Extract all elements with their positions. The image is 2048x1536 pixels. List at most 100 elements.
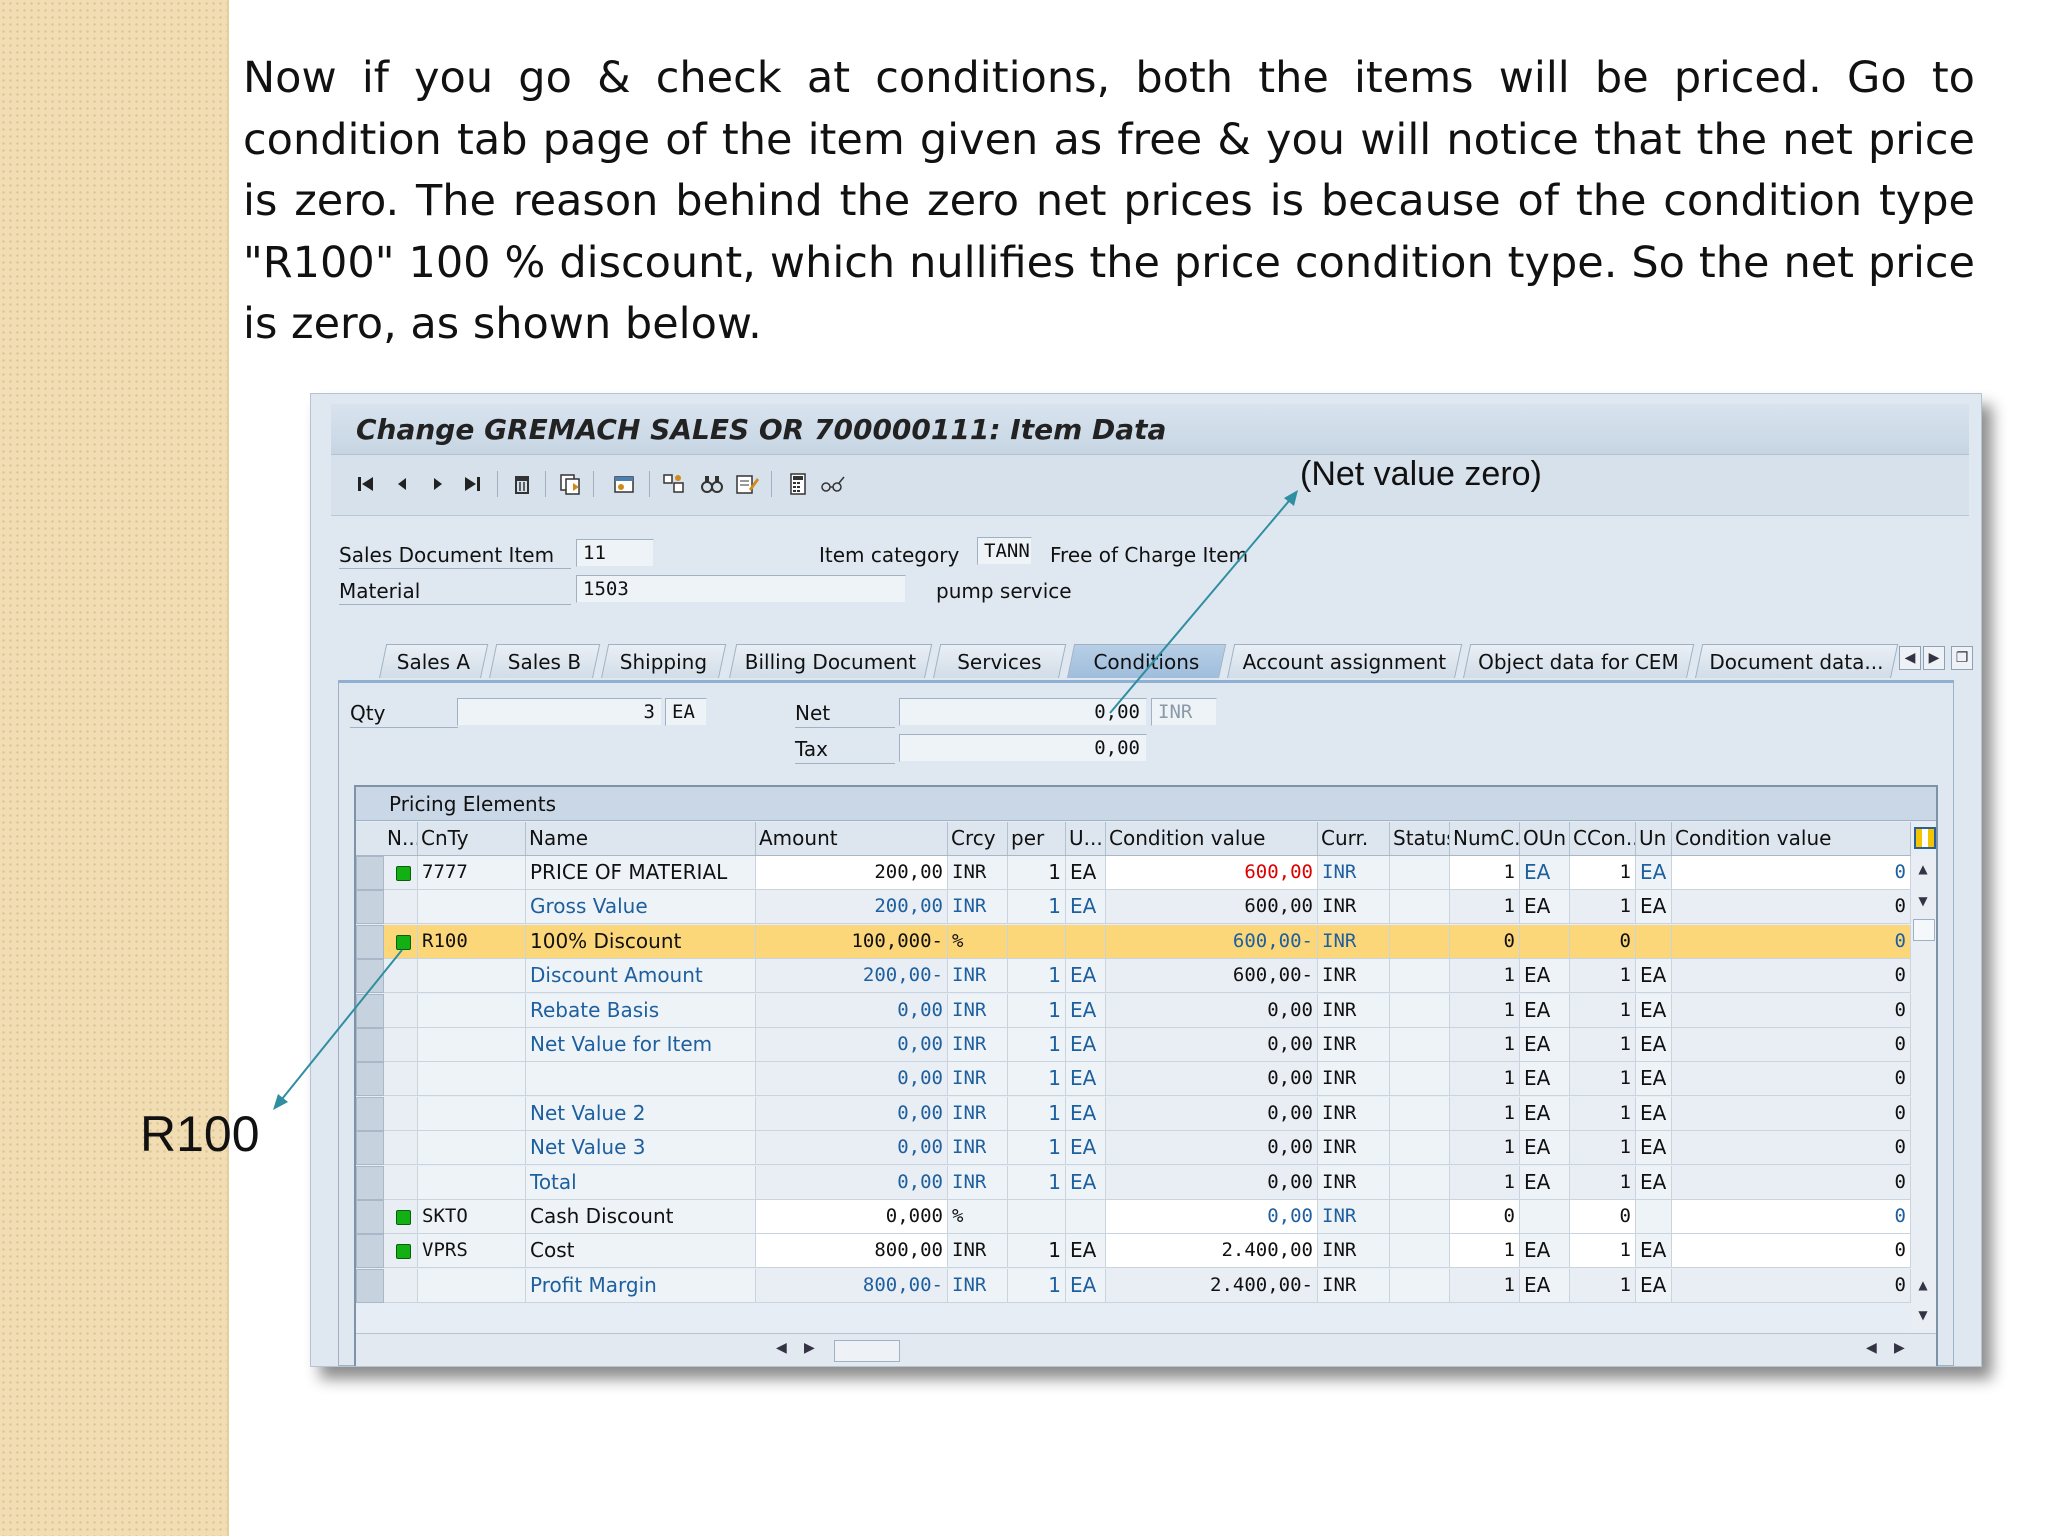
- column-header[interactable]: Curr.: [1318, 822, 1390, 855]
- table-cell-amount[interactable]: 0,00: [756, 1028, 948, 1062]
- table-row[interactable]: Discount Amount 200,00- INR 1 EA 600,00- INR 1 E…: [356, 959, 1911, 994]
- table-settings-icon[interactable]: [1914, 827, 1936, 849]
- edit-notes-icon[interactable]: [731, 469, 761, 499]
- table-cell-status[interactable]: [1390, 924, 1450, 959]
- table-row[interactable]: Rebate Basis 0,00 INR 1 EA 0,00 INR 1 EA 1 EA 0: [356, 993, 1911, 1028]
- table-cell-oun[interactable]: [1520, 924, 1570, 959]
- table-cell-status[interactable]: [1390, 890, 1450, 925]
- horizontal-scrollbar[interactable]: ◀ ▶ ◀ ▶: [356, 1333, 1936, 1366]
- row-selector[interactable]: [356, 1028, 384, 1062]
- table-cell-numc[interactable]: 1: [1450, 1096, 1520, 1131]
- column-header[interactable]: NumC...: [1450, 822, 1520, 855]
- table-cell-un[interactable]: EA: [1636, 1028, 1672, 1062]
- table-cell-oun[interactable]: EA: [1520, 1028, 1570, 1062]
- table-cell-status[interactable]: [1390, 993, 1450, 1028]
- table-cell-uom[interactable]: EA: [1066, 856, 1106, 890]
- table-cell-un[interactable]: EA: [1636, 1096, 1672, 1131]
- copy-icon[interactable]: [555, 469, 585, 499]
- table-row[interactable]: SKTO Cash Discount 0,000% 0,00 INR 0 0 0: [356, 1200, 1911, 1234]
- table-cell-curr[interactable]: INR: [1318, 1028, 1390, 1062]
- column-header[interactable]: CCon...: [1570, 822, 1636, 855]
- table-cell-ccon[interactable]: 1: [1570, 1165, 1636, 1200]
- table-cell-cnty[interactable]: [418, 1028, 526, 1062]
- table-cell-oun[interactable]: EA: [1520, 1062, 1570, 1097]
- tab-conditions[interactable]: Conditions: [1067, 644, 1227, 678]
- table-cell-cnty[interactable]: [418, 1131, 526, 1166]
- table-cell-un[interactable]: EA: [1636, 1234, 1672, 1269]
- table-cell-un[interactable]: EA: [1636, 1268, 1672, 1303]
- table-cell-status[interactable]: [1390, 1268, 1450, 1303]
- last-page-icon[interactable]: [457, 469, 487, 499]
- table-cell-per[interactable]: 1: [1008, 856, 1066, 890]
- scroll-down-icon[interactable]: ▼: [1913, 891, 1933, 911]
- tab-document-data[interactable]: Document data...: [1695, 644, 1899, 678]
- tab-account-assignment[interactable]: Account assignment: [1227, 644, 1463, 678]
- binoculars-icon[interactable]: [697, 469, 727, 499]
- table-cell-curr[interactable]: INR: [1318, 1268, 1390, 1303]
- horizontal-scroll-thumb[interactable]: [834, 1340, 900, 1362]
- table-cell-un[interactable]: EA: [1636, 959, 1672, 994]
- table-cell-curr[interactable]: INR: [1318, 993, 1390, 1028]
- table-cell-curr[interactable]: INR: [1318, 1096, 1390, 1131]
- table-cell-uom[interactable]: EA: [1066, 1268, 1106, 1303]
- table-cell-status[interactable]: [1390, 1028, 1450, 1062]
- tab-shipping[interactable]: Shipping: [601, 644, 727, 678]
- row-selector[interactable]: [356, 993, 384, 1028]
- table-cell-amount[interactable]: 200,00: [756, 890, 948, 925]
- table-cell-cond-value[interactable]: 2.400,00: [1106, 1234, 1318, 1269]
- table-cell-uom[interactable]: EA: [1066, 959, 1106, 994]
- calculator-icon[interactable]: [783, 469, 813, 499]
- row-selector[interactable]: [356, 890, 384, 925]
- table-cell-ccon[interactable]: 1: [1570, 959, 1636, 994]
- table-cell-per[interactable]: 1: [1008, 1131, 1066, 1166]
- tab-services[interactable]: Services: [933, 644, 1067, 678]
- table-cell-oun[interactable]: EA: [1520, 1096, 1570, 1131]
- table-cell-oun[interactable]: EA: [1520, 993, 1570, 1028]
- table-cell-cond-value2[interactable]: 0: [1672, 856, 1911, 890]
- table-cell-cond-value[interactable]: 2.400,00-: [1106, 1268, 1318, 1303]
- table-cell-per[interactable]: 1: [1008, 1165, 1066, 1200]
- table-cell-numc[interactable]: 0: [1450, 1200, 1520, 1234]
- table-cell-cond-value[interactable]: 0,00: [1106, 1200, 1318, 1234]
- table-cell-numc[interactable]: 1: [1450, 1131, 1520, 1166]
- table-cell-crcy[interactable]: INR: [948, 856, 1008, 890]
- table-cell-crcy[interactable]: INR: [948, 1131, 1008, 1166]
- column-header[interactable]: OUn: [1520, 822, 1570, 855]
- table-cell-per[interactable]: 1: [1008, 1062, 1066, 1097]
- table-cell-cond-value[interactable]: 0,00: [1106, 1028, 1318, 1062]
- table-cell-uom[interactable]: [1066, 1200, 1106, 1234]
- table-cell-un[interactable]: EA: [1636, 1131, 1672, 1166]
- table-cell-crcy[interactable]: INR: [948, 993, 1008, 1028]
- row-selector[interactable]: [356, 1165, 384, 1200]
- table-cell-ccon[interactable]: 0: [1570, 924, 1636, 959]
- table-cell-uom[interactable]: EA: [1066, 1028, 1106, 1062]
- table-cell-amount[interactable]: 0,000: [756, 1200, 948, 1234]
- table-cell-crcy[interactable]: %: [948, 924, 1008, 959]
- table-cell-cond-value[interactable]: 0,00: [1106, 993, 1318, 1028]
- table-cell-name[interactable]: Net Value 3: [526, 1131, 756, 1166]
- table-cell-crcy[interactable]: INR: [948, 1165, 1008, 1200]
- table-cell-status[interactable]: [1390, 1165, 1450, 1200]
- row-selector[interactable]: [356, 1268, 384, 1303]
- table-cell-un[interactable]: EA: [1636, 890, 1672, 925]
- next-page-icon[interactable]: [423, 469, 453, 499]
- table-cell-cnty[interactable]: [418, 890, 526, 925]
- table-cell-uom[interactable]: EA: [1066, 993, 1106, 1028]
- table-row[interactable]: Net Value for Item 0,00 INR 1 EA 0,00 INR 1 EA 1 E…: [356, 1028, 1911, 1062]
- table-cell-status[interactable]: [1390, 1234, 1450, 1269]
- table-cell-ccon[interactable]: 0: [1570, 1200, 1636, 1234]
- table-cell-name[interactable]: Cash Discount: [526, 1200, 756, 1234]
- table-cell-per[interactable]: 1: [1008, 1096, 1066, 1131]
- table-cell-cond-value[interactable]: 600,00-: [1106, 924, 1318, 959]
- table-cell-cond-value2[interactable]: 0: [1672, 1131, 1911, 1166]
- scroll-up-icon[interactable]: ▲: [1913, 1275, 1933, 1295]
- column-header[interactable]: per: [1008, 822, 1066, 855]
- table-cell-cond-value2[interactable]: 0: [1672, 1062, 1911, 1097]
- table-cell-crcy[interactable]: %: [948, 1200, 1008, 1234]
- table-cell-un[interactable]: EA: [1636, 993, 1672, 1028]
- table-cell-curr[interactable]: INR: [1318, 1062, 1390, 1097]
- table-cell-per[interactable]: 1: [1008, 959, 1066, 994]
- column-header[interactable]: U...: [1066, 822, 1106, 855]
- table-cell-crcy[interactable]: INR: [948, 1234, 1008, 1269]
- table-cell-un[interactable]: EA: [1636, 1165, 1672, 1200]
